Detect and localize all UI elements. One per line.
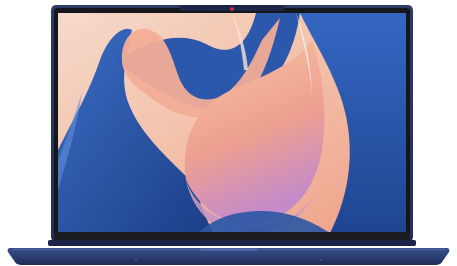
screen-wallpaper bbox=[58, 13, 406, 233]
bottom-bezel bbox=[54, 232, 410, 240]
laptop-product-photo bbox=[7, 5, 450, 265]
hinge bbox=[48, 240, 416, 246]
port-dot bbox=[320, 259, 322, 261]
port-dot bbox=[135, 259, 137, 261]
camera-led-icon bbox=[230, 7, 234, 11]
